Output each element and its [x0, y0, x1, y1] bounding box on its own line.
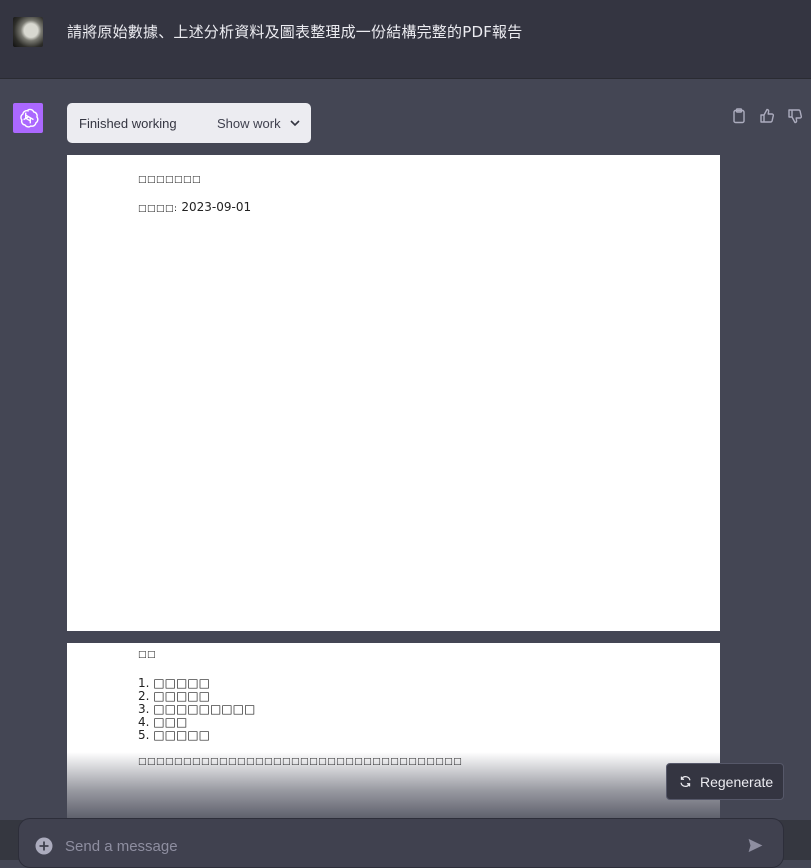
attach-button[interactable] — [35, 837, 53, 860]
message-input[interactable] — [63, 835, 727, 857]
report-date-value: 2023-09-01 — [181, 200, 252, 214]
toc-item: 2. □□□□□ — [138, 689, 210, 703]
work-status-pill: Finished working Show work — [67, 103, 311, 143]
regenerate-label: Regenerate — [700, 773, 774, 790]
thumbs-down-icon — [788, 109, 803, 124]
toc-item: 5. □□□□□ — [138, 728, 210, 742]
message-composer — [18, 818, 784, 868]
toc-item: 1. □□□□□ — [138, 676, 210, 690]
thumbs-down-button[interactable] — [785, 106, 805, 126]
thumbs-up-icon — [760, 108, 775, 123]
send-icon — [748, 838, 763, 853]
clipboard-icon — [733, 108, 745, 124]
intro-paragraph: □□□□□□□□□□□□□□□□□□□□□□□□□□□□□□□□□□□□ — [138, 757, 463, 767]
plus-circle-icon — [35, 837, 53, 855]
assistant-avatar — [13, 103, 43, 133]
user-message-row: 請將原始數據、上述分析資料及圖表整理成一份結構完整的PDF報告 — [0, 0, 811, 79]
message-actions — [729, 106, 805, 126]
chevron-down-icon — [290, 120, 300, 127]
copy-button[interactable] — [729, 106, 749, 126]
toc-item: 4. □□□ — [138, 715, 188, 729]
toc-item: 3. □□□□□□□□□ — [138, 702, 256, 716]
pdf-page-1: □□□□□□□ □□□□: 2023-09-01 — [67, 155, 720, 631]
openai-logo-icon — [20, 108, 39, 128]
user-avatar — [13, 17, 43, 47]
show-work-label: Show work — [217, 115, 281, 131]
report-date-line: □□□□: 2023-09-01 — [138, 200, 251, 214]
pdf-page-2: □□ 1. □□□□□ 2. □□□□□ 3. □□□□□□□□□ 4. □□□… — [67, 643, 720, 843]
thumbs-up-button[interactable] — [757, 106, 777, 126]
toc-heading: □□ — [138, 650, 157, 660]
report-title: □□□□□□□ — [138, 175, 202, 185]
report-date-label: □□□□: — [138, 204, 178, 214]
user-message-text: 請將原始數據、上述分析資料及圖表整理成一份結構完整的PDF報告 — [67, 23, 523, 41]
send-button[interactable] — [747, 837, 764, 859]
refresh-icon — [680, 776, 691, 787]
regenerate-button[interactable]: Regenerate — [666, 763, 784, 800]
status-text: Finished working — [79, 115, 177, 131]
show-work-toggle[interactable]: Show work — [217, 116, 301, 131]
